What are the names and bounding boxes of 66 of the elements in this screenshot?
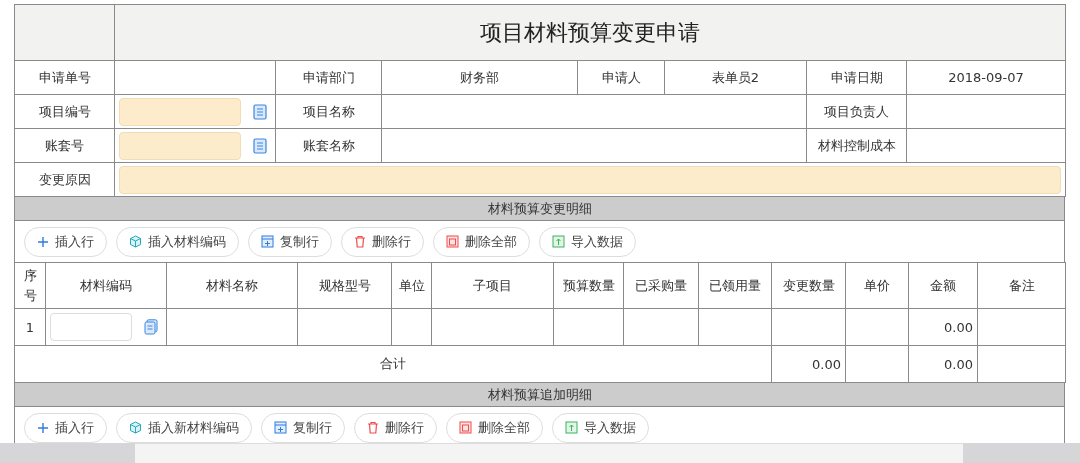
amount-value: 0.00 [944,319,973,335]
row-number: 1 [25,319,35,335]
plus-icon [37,235,49,248]
column-header: 子项目 [473,277,512,293]
toolbar-button[interactable]: 插入行 [24,226,107,257]
toolbar-button[interactable]: 插入新材料编码 [116,412,252,443]
delete-all-icon [446,235,459,248]
field-label: 项目名称 [302,103,355,119]
copy-icon [274,421,287,434]
trash-icon [354,235,366,248]
column-header: 序号 [23,267,37,305]
column-header: 已采购量 [635,277,687,293]
column-header: 变更数量 [782,277,835,293]
field-value: 2018-09-07 [948,70,1024,85]
column-header: 备注 [1008,277,1035,293]
input-field[interactable] [119,165,1062,194]
list-icon[interactable] [253,103,267,120]
input-field[interactable] [119,131,241,160]
field-label: 申请部门 [302,69,355,85]
cube-icon [129,235,142,248]
field-label: 材料控制成本 [817,137,896,153]
field-label: 账套号 [45,137,84,153]
list-icon[interactable] [253,137,267,154]
toolbar-button[interactable]: 删除全部 [433,226,530,257]
total-label: 合计 [380,356,406,371]
toolbar-button[interactable]: 删除行 [341,226,424,257]
field-label: 账套名称 [302,137,355,153]
field-value: 表单员2 [711,69,760,85]
column-header: 已领用量 [709,277,761,293]
form-title: 项目材料预算变更申请 [480,19,701,45]
list-icon[interactable] [144,319,158,335]
field-label: 项目编号 [38,103,91,119]
import-icon [552,235,565,248]
total-value: 0.00 [944,356,973,372]
toolbar-button[interactable]: 导入数据 [552,412,649,443]
toolbar-button[interactable]: 复制行 [248,226,332,257]
delete-all-icon [459,421,472,434]
column-header: 金额 [930,277,956,293]
import-icon [565,421,578,434]
field-label: 申请日期 [830,69,883,85]
column-header: 单位 [398,277,425,293]
field-label: 申请单号 [38,69,91,85]
column-header: 预算数量 [562,277,615,293]
plus-icon [37,421,49,434]
toolbar-button[interactable]: 删除全部 [446,412,543,443]
section-header: 材料预算追加明细 [14,383,1065,407]
column-header: 材料编码 [80,277,132,293]
copy-icon [261,235,274,248]
field-label: 申请人 [601,69,641,85]
total-value: 0.00 [812,356,841,372]
toolbar-button[interactable]: 复制行 [261,412,345,443]
field-label: 项目负责人 [824,103,889,119]
column-header: 规格型号 [318,277,371,293]
input-field[interactable] [50,313,132,341]
input-field[interactable] [119,97,241,126]
cube-icon [129,421,142,434]
toolbar-button[interactable]: 删除行 [354,412,437,443]
column-header: 单价 [864,277,890,293]
toolbar-button[interactable]: 导入数据 [539,226,636,257]
toolbar-button[interactable]: 插入材料编码 [116,226,239,257]
toolbar-button[interactable]: 插入行 [24,412,107,443]
trash-icon [367,421,379,434]
section-header: 材料预算变更明细 [14,197,1065,221]
column-header: 材料名称 [206,277,258,293]
field-label: 变更原因 [38,171,91,187]
field-value: 财务部 [460,69,499,85]
